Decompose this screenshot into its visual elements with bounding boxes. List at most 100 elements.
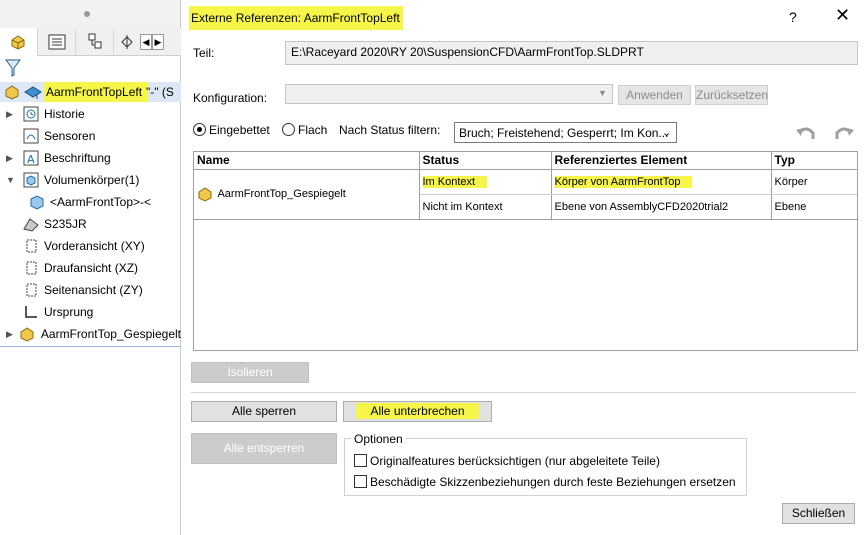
status-filter-label: Nach Status filtern: [339, 123, 441, 137]
embedded-radio[interactable] [193, 123, 206, 136]
panel-grip-bar[interactable] [0, 0, 180, 28]
filter-icon [5, 59, 21, 77]
tab-feature-manager[interactable] [0, 28, 38, 56]
tree-item-label: Ursprung [44, 305, 94, 319]
table-cell-part[interactable]: AarmFrontTop_Gespiegelt [194, 169, 420, 220]
lock-all-button[interactable]: Alle sperren [191, 401, 337, 422]
property-manager-icon [48, 34, 65, 50]
tab-property-manager[interactable] [38, 28, 76, 56]
close-button[interactable]: Schließen [782, 503, 855, 524]
table-cell-element[interactable]: Körper von AarmFrontTop [551, 169, 772, 195]
isolate-button[interactable]: Isolieren [191, 362, 309, 383]
tree-item-body[interactable]: <AarmFrontTop>-< [0, 191, 181, 213]
tree-item-label: AarmFrontTop_Gespiegelt [40, 327, 181, 341]
tree-root-part[interactable]: AarmFrontTopLeft "-" (S [0, 82, 181, 102]
part-icon [198, 187, 212, 202]
configuration-manager-icon [88, 33, 101, 49]
column-header-type[interactable]: Typ [771, 152, 857, 170]
embedded-label: Eingebettet [209, 123, 270, 137]
configuration-select[interactable] [285, 84, 613, 104]
part-icon [20, 327, 34, 342]
table-cell-element[interactable]: Ebene von AssemblyCFD2020trial2 [551, 194, 772, 220]
tree-item-history[interactable]: ▶ Historie [0, 103, 181, 125]
separator [191, 392, 856, 393]
tree-item-annotations[interactable]: ▶ A Beschriftung [0, 147, 181, 169]
element-text: Körper von AarmFrontTop [554, 175, 693, 188]
tree-filter[interactable] [4, 58, 22, 80]
unlock-all-button[interactable]: Alle entsperren [191, 433, 337, 464]
part-path-field[interactable]: E:\Raceyard 2020\RY 20\SuspensionCFD\Aar… [285, 41, 858, 65]
undo-icon[interactable] [795, 124, 817, 142]
original-features-checkbox[interactable] [354, 454, 367, 467]
external-references-dialog: Externe Referenzen: AarmFrontTopLeft ? ✕… [181, 0, 866, 535]
tree-root-label: AarmFrontTopLeft [46, 85, 143, 99]
edit-in-context-icon [24, 86, 42, 99]
status-filter-select[interactable]: Bruch; Freistehend; Gesperrt; Im Kon... [454, 122, 677, 143]
tab-dimxpert[interactable] [114, 28, 140, 56]
apply-button[interactable]: Anwenden [618, 85, 691, 105]
tree-item-right-plane[interactable]: Seitenansicht (ZY) [0, 279, 181, 301]
dimxpert-icon [121, 35, 133, 49]
options-legend: Optionen [351, 432, 406, 446]
tree-item-top-plane[interactable]: Draufansicht (XZ) [0, 257, 181, 279]
grip-dot-icon [84, 11, 90, 17]
tree-item-label: S235JR [44, 217, 87, 231]
replace-sketch-relations-label: Beschädigte Skizzenbeziehungen durch fes… [370, 475, 736, 489]
column-header-status[interactable]: Status [419, 152, 552, 170]
tree-item-label: Draufansicht (XZ) [44, 261, 139, 275]
dialog-title-bar: Externe Referenzen: AarmFrontTopLeft [189, 6, 403, 30]
tree-item-front-plane[interactable]: Vorderansicht (XY) [0, 235, 181, 257]
table-row[interactable]: AarmFrontTop_Gespiegelt Im Kontext Körpe… [194, 169, 857, 220]
tree-item-origin[interactable]: Ursprung [0, 301, 181, 323]
feature-tree-panel: ◀ ▶ AarmFrontTopLeft "-" (S ▶ Historie S… [0, 0, 181, 535]
table-cell-status[interactable]: Nicht im Kontext [419, 194, 552, 220]
expand-arrow-icon[interactable]: ▶ [6, 329, 13, 340]
table-cell-type[interactable]: Ebene [771, 194, 857, 220]
solid-bodies-icon [23, 172, 39, 188]
tree-item-label: Beschriftung [44, 151, 111, 165]
origin-icon [25, 306, 37, 318]
status-text: Im Kontext [422, 175, 488, 188]
help-button[interactable]: ? [789, 9, 797, 25]
tree-divider [0, 346, 181, 347]
tab-scroll-right-icon[interactable]: ▶ [152, 34, 164, 50]
body-icon [30, 195, 44, 210]
reset-button[interactable]: Zurücksetzen [695, 85, 768, 105]
plane-icon [26, 283, 37, 297]
configuration-label: Konfiguration: [193, 91, 268, 105]
tree-item-label: Volumenkörper(1) [44, 173, 140, 187]
table-cell-type[interactable]: Körper [771, 169, 857, 195]
replace-sketch-relations-checkbox[interactable] [354, 475, 367, 488]
tab-configuration-manager[interactable] [76, 28, 114, 56]
part-label: Teil: [193, 46, 215, 60]
collapse-arrow-icon[interactable]: ▼ [6, 175, 16, 185]
svg-text:A: A [27, 153, 35, 166]
break-all-label: Alle unterbrechen [356, 403, 479, 419]
close-icon[interactable]: ✕ [835, 5, 850, 26]
tree-item-material[interactable]: S235JR [0, 213, 181, 235]
tree-item-mirrored-part[interactable]: ▶ AarmFrontTop_Gespiegelt [0, 323, 181, 345]
original-features-label: Originalfeatures berücksichtigen (nur ab… [370, 454, 660, 468]
tree-item-label: Seitenansicht (ZY) [44, 283, 143, 297]
expand-arrow-icon[interactable]: ▶ [6, 109, 16, 120]
chevron-down-icon[interactable]: ▼ [598, 88, 607, 98]
feature-manager-icon [11, 34, 24, 50]
tree-item-sensors[interactable]: Sensoren [0, 125, 181, 147]
tree-item-label: Vorderansicht (XY) [44, 239, 145, 253]
tree-item-solid-bodies[interactable]: ▼ Volumenkörper(1) [0, 169, 181, 191]
expand-arrow-icon[interactable]: ▶ [6, 153, 16, 164]
break-all-button[interactable]: Alle unterbrechen [343, 401, 492, 422]
table-cell-status[interactable]: Im Kontext [419, 169, 552, 195]
tab-scroll-left-icon[interactable]: ◀ [140, 34, 152, 50]
plane-icon [26, 239, 37, 253]
redo-icon[interactable] [833, 124, 855, 142]
flat-radio[interactable] [282, 123, 295, 136]
column-header-name[interactable]: Name [194, 152, 420, 170]
history-icon [23, 106, 39, 122]
chevron-down-icon[interactable]: ⌄ [662, 126, 671, 139]
column-header-element[interactable]: Referenziertes Element [551, 152, 772, 170]
manager-tabs: ◀ ▶ [0, 28, 181, 56]
dialog-title: Externe Referenzen: AarmFrontTopLeft [191, 11, 400, 25]
annotation-icon: A [23, 150, 39, 166]
material-icon [23, 218, 39, 232]
